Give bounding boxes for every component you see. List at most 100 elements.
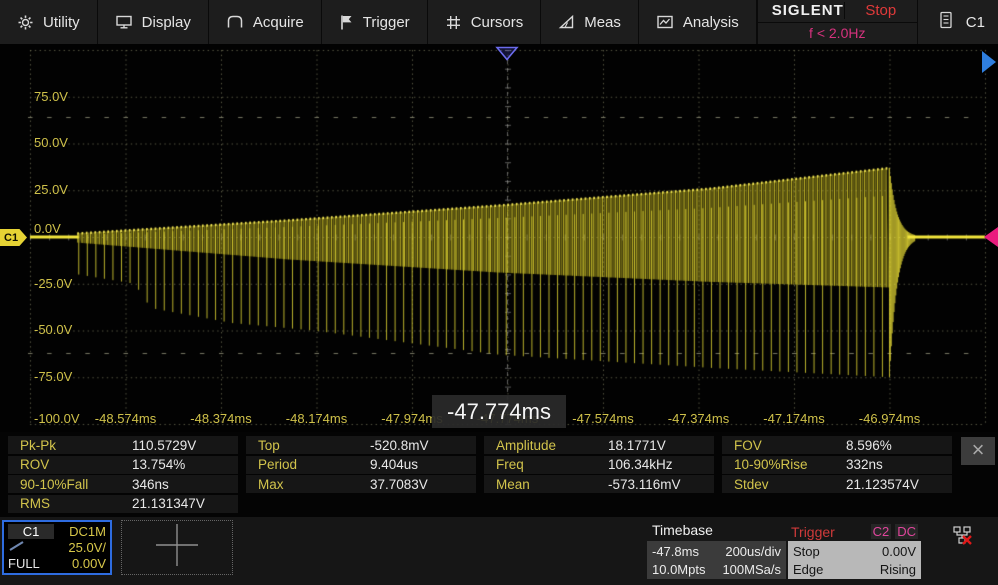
menu-item-trigger[interactable]: Trigger [321,0,428,44]
voltage-label: -25.0V [34,276,73,291]
measurement-label: Period [258,457,298,472]
measurement-cell[interactable]: Stdev 21.123574V [722,475,952,493]
measurement-cell[interactable]: RMS 21.131347V [8,494,238,513]
acquire-icon [226,14,244,30]
channel1-bandwidth: FULL [8,556,40,572]
trigger-panel[interactable]: Trigger C2 DC Stop 0.00V Edge Rising [788,522,921,579]
measurement-label: ROV [20,457,50,472]
close-measurements-button[interactable]: × [961,437,995,465]
menu-item-label: Acquire [252,13,304,31]
time-label: -47.374ms [667,411,730,426]
measurement-cell[interactable]: Freq 106.34kHz [484,455,714,474]
voltage-label: -100.0V [34,411,80,426]
measurement-label: 90-10%Fall [20,476,89,492]
trigger-frequency-readout: f < 2.0Hz [809,25,866,42]
measurement-value: 37.7083V [370,476,428,492]
measurement-label: Freq [496,457,524,472]
voltage-label: 75.0V [34,89,68,104]
trigger-source: C2 [870,524,892,539]
trigger-position-marker-icon[interactable] [495,46,519,66]
trigger-title: Trigger [791,523,835,540]
siglent-logo: SIGLENT [771,2,844,20]
measurement-cell[interactable]: ROV 13.754% [8,455,238,474]
menu-item-analysis[interactable]: Analysis [638,0,757,44]
measurement-value: 18.1771V [608,437,666,453]
measurement-cell[interactable]: Mean -573.116mV [484,475,714,493]
measurement-cell[interactable]: Pk-Pk 110.5729V [8,436,238,454]
channel1-coupling: DC1M [69,523,106,539]
channel1-scale: 25.0V/ [68,539,106,555]
trigger-mode: Stop [793,543,820,559]
voltage-label: 25.0V [34,182,68,197]
status-top-row: SIGLENT Stop [757,0,917,23]
trigger-level: 0.00V [882,543,916,559]
menu-item-cursors[interactable]: Cursors [427,0,542,44]
oscilloscope-screen: Utility Display Acquire Trigger Cursors Meas A… [0,0,998,585]
time-label: -48.574ms [94,411,157,426]
timebase-title: Timebase [652,522,713,538]
measurement-cell[interactable]: FOV 8.596% [722,436,952,454]
menu-item-label: Meas [584,13,621,31]
measurement-value: 9.404us [370,457,419,472]
cursors-icon [445,14,462,31]
time-label: -48.174ms [285,411,348,426]
menu-item-meas[interactable]: Meas [541,0,639,44]
channel1-panel[interactable]: C1 DC1M 25.0V/ FULL 0.00V [2,520,112,575]
notebook-icon [938,11,954,33]
measurement-cell[interactable]: Max 37.7083V [246,475,476,493]
menu-item-label: Trigger [362,13,410,31]
status-block: SIGLENT Stop f < 2.0Hz [756,0,918,44]
trigger-slope: Rising [879,561,916,577]
menu-item-display[interactable]: Display [97,0,209,44]
time-label: -48.374ms [190,411,252,426]
trigger-delay-popup: -47.774ms [432,395,566,428]
measurement-cell[interactable]: 10-90%Rise 332ns [722,455,952,474]
measurement-cell[interactable]: Top -520.8mV [246,436,476,454]
add-channel-slot[interactable] [121,520,233,575]
voltage-label: -50.0V [34,322,73,337]
menu-item-acquire[interactable]: Acquire [208,0,322,44]
waveform-canvas [0,44,998,432]
measurement-table: Pk-Pk 110.5729V Top -520.8mV Amplitude 18.177… [0,432,998,517]
bottom-status-bar: C1 DC1M 25.0V/ FULL 0.00V Timebase -47.8… [0,517,998,585]
measurement-cell[interactable]: 90-10%Fall 346ns [8,475,238,493]
measurement-value: 110.5729V [132,437,197,453]
measurement-label: 10-90%Rise [734,457,808,472]
channel1-name: C1 [8,523,54,539]
timebase-panel[interactable]: Timebase -47.8ms 200us/div 10.0Mpts 100M… [647,522,786,579]
measurement-label: Max [258,476,284,492]
menu-item-label: Utility [43,13,80,31]
active-channel-badge[interactable]: C1 [918,0,998,44]
measurement-label: FOV [734,437,762,453]
measurement-value: 13.754% [132,457,186,472]
measurement-cell[interactable]: Amplitude 18.1771V [484,436,714,454]
channel1-offset: 0.00V [72,556,106,572]
plus-icon [154,522,200,573]
gear-icon [17,14,34,31]
measurement-label: Stdev [734,476,769,492]
timebase-sample-rate: 100MSa/s [722,561,781,577]
timebase-scale: 200us/div [725,543,781,559]
measurement-label: Top [258,437,280,453]
trigger-coupling: DC [895,524,918,539]
measurement-cell[interactable]: Period 9.404us [246,455,476,474]
meas-icon [558,14,575,30]
waveform-display[interactable]: 75.0V 50.0V 25.0V 0.0V -25.0V -50.0V -75.0V -10… [0,44,998,432]
analysis-icon [656,14,674,30]
network-disconnected-icon[interactable] [952,525,974,552]
timebase-delay: -47.8ms [652,543,699,559]
measurement-value: 8.596% [846,437,892,453]
trigger-offscreen-arrow-icon [982,51,996,73]
time-label: -47.574ms [572,411,634,426]
measurement-label: Mean [496,476,530,492]
trace-slope-icon [8,540,30,555]
menu-item-label: Display [141,13,191,31]
measurement-value: -573.116mV [608,476,681,492]
acquisition-status[interactable]: Stop [843,2,917,20]
menu-items: Utility Display Acquire Trigger Cursors Meas A… [0,0,757,44]
time-label: -47.174ms [763,411,825,426]
trigger-level-marker-icon[interactable] [984,227,998,247]
measurement-value: 346ns [132,476,169,492]
menu-item-utility[interactable]: Utility [0,0,98,44]
time-label: -46.974ms [858,411,921,426]
